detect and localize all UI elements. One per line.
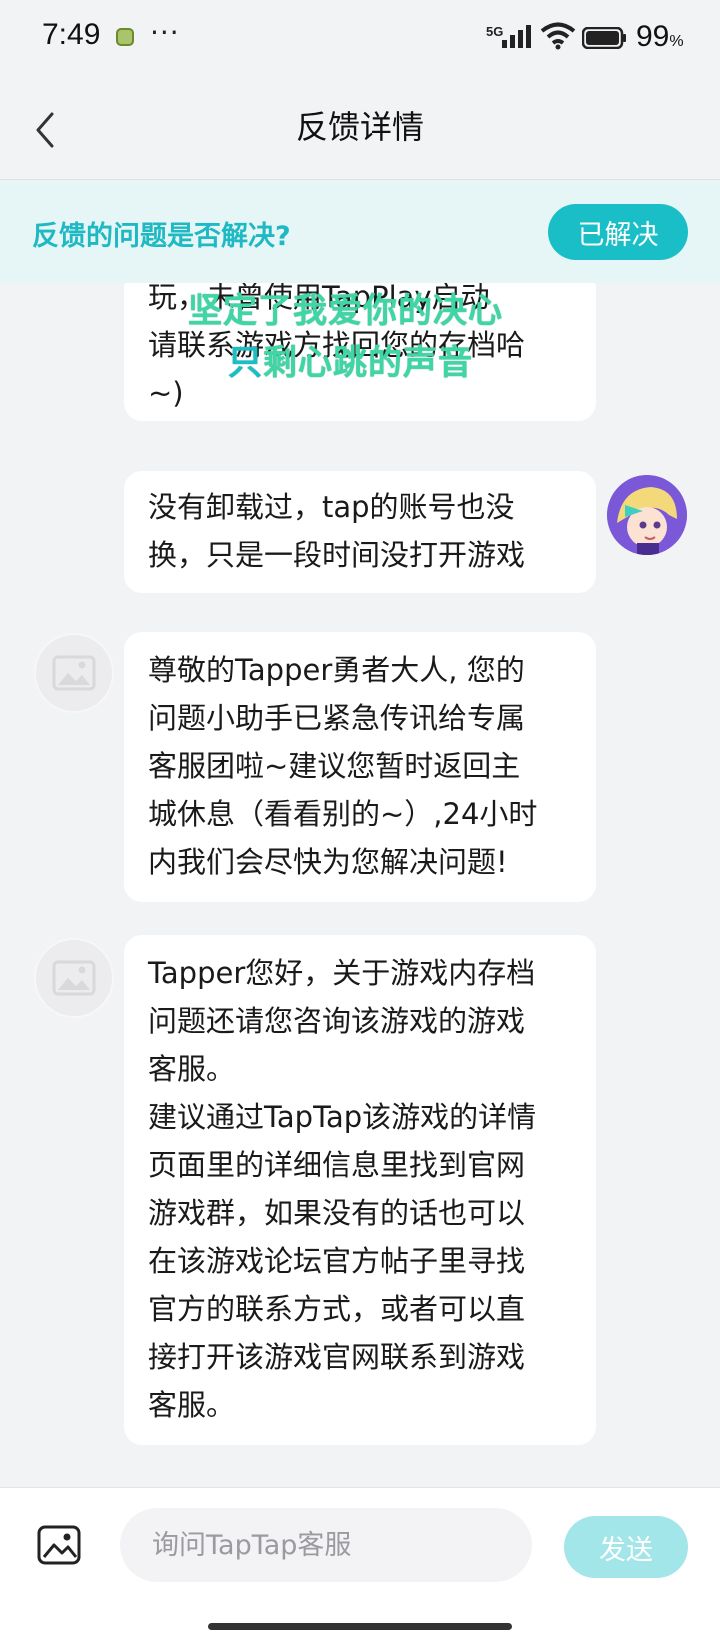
support-avatar[interactable]	[34, 938, 114, 1018]
broken-image-icon	[52, 960, 96, 996]
send-button[interactable]: 发送	[564, 1516, 688, 1578]
battery-percent: 99%	[636, 20, 684, 53]
cellular-signal-icon	[502, 25, 531, 48]
support-message-bubble: Tapper您好，关于游戏内存档 问题还请您咨询该游戏的游戏 客服。 建议通过T…	[124, 935, 596, 1445]
more-notifications-icon: ···	[150, 16, 180, 49]
battery-icon	[582, 27, 626, 49]
resolve-question: 反馈的问题是否解决?	[32, 221, 291, 252]
image-picker-icon[interactable]	[36, 1522, 82, 1568]
broken-image-icon	[52, 655, 96, 691]
home-indicator[interactable]	[208, 1623, 512, 1630]
status-time: 7:49	[42, 18, 101, 51]
nav-bar: 反馈详情	[0, 80, 720, 180]
message-input[interactable]	[120, 1508, 532, 1582]
support-avatar[interactable]	[34, 633, 114, 713]
user-avatar[interactable]	[607, 475, 687, 555]
app-notification-icon	[116, 28, 134, 46]
wifi-icon	[540, 22, 576, 50]
resolve-prompt-bar: 反馈的问题是否解决? 已解决	[0, 180, 720, 283]
chat-messages[interactable]: 玩，未曾使用TapPlay启动 请联系游戏方找回您的存档哈 ~) 没有卸载过，t…	[0, 283, 720, 1487]
page-title: 反馈详情	[295, 108, 424, 146]
message-input-bar: 发送	[0, 1487, 720, 1640]
status-bar: 7:49 ··· 5G 99%	[0, 0, 720, 80]
support-message-bubble: 尊敬的Tapper勇者大人, 您的 问题小助手已紧急传讯给专属 客服团啦~建议您…	[124, 632, 596, 902]
support-message-bubble: 玩，未曾使用TapPlay启动 请联系游戏方找回您的存档哈 ~)	[124, 283, 596, 421]
resolved-button[interactable]: 已解决	[548, 204, 688, 260]
user-message-bubble: 没有卸载过，tap的账号也没 换，只是一段时间没打开游戏	[124, 471, 596, 593]
user-avatar-icon	[607, 475, 687, 555]
